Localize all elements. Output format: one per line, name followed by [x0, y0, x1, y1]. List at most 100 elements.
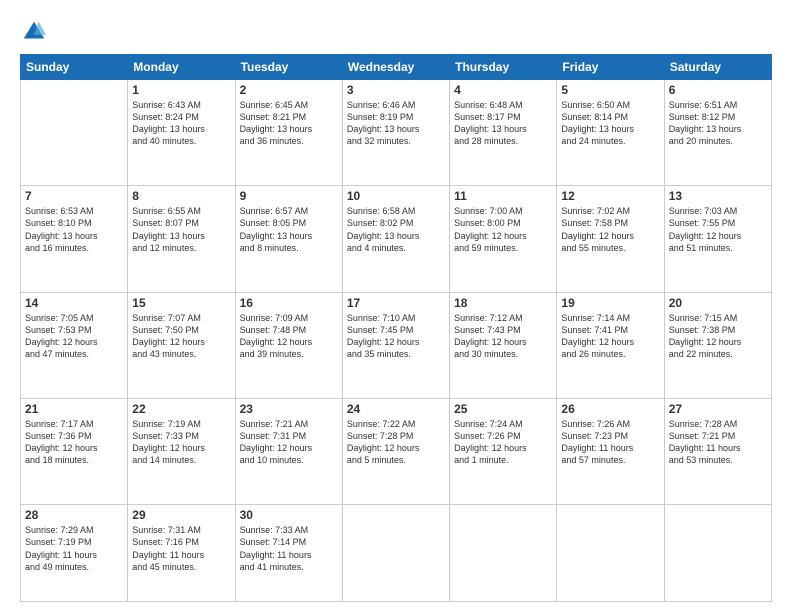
day-number: 30 [240, 508, 338, 522]
col-header-monday: Monday [128, 55, 235, 80]
day-number: 25 [454, 402, 552, 416]
cell-content: Sunrise: 7:14 AMSunset: 7:41 PMDaylight:… [561, 312, 659, 361]
cell-4-7: 27 Sunrise: 7:28 AMSunset: 7:21 PMDayligh… [664, 398, 771, 504]
cell-content: Sunrise: 7:10 AMSunset: 7:45 PMDaylight:… [347, 312, 445, 361]
cell-5-1: 28 Sunrise: 7:29 AMSunset: 7:19 PMDayligh… [21, 505, 128, 602]
week-row-1: 1 Sunrise: 6:43 AMSunset: 8:24 PMDaylight… [21, 80, 772, 186]
col-header-sunday: Sunday [21, 55, 128, 80]
day-number: 1 [132, 83, 230, 97]
cell-content: Sunrise: 7:26 AMSunset: 7:23 PMDaylight:… [561, 418, 659, 467]
cell-5-3: 30Sunrise: 7:33 AMSunset: 7:14 PMDayligh… [235, 505, 342, 602]
cell-2-2: 8 Sunrise: 6:55 AMSunset: 8:07 PMDaylight… [128, 186, 235, 292]
day-number: 24 [347, 402, 445, 416]
cell-content: Sunrise: 6:57 AMSunset: 8:05 PMDaylight:… [240, 205, 338, 254]
cell-content: Sunrise: 6:43 AMSunset: 8:24 PMDaylight:… [132, 99, 230, 148]
cell-content: Sunrise: 7:24 AMSunset: 7:26 PMDaylight:… [454, 418, 552, 467]
day-number: 9 [240, 189, 338, 203]
day-number: 15 [132, 296, 230, 310]
cell-1-6: 5 Sunrise: 6:50 AMSunset: 8:14 PMDaylight… [557, 80, 664, 186]
cell-3-2: 15 Sunrise: 7:07 AMSunset: 7:50 PMDayligh… [128, 292, 235, 398]
cell-content: Sunrise: 7:15 AMSunset: 7:38 PMDaylight:… [669, 312, 767, 361]
week-row-3: 14Sunrise: 7:05 AMSunset: 7:53 PMDayligh… [21, 292, 772, 398]
day-number: 23 [240, 402, 338, 416]
cell-content: Sunrise: 6:53 AMSunset: 8:10 PMDaylight:… [25, 205, 123, 254]
day-number: 10 [347, 189, 445, 203]
day-number: 18 [454, 296, 552, 310]
col-header-thursday: Thursday [450, 55, 557, 80]
cell-3-3: 16 Sunrise: 7:09 AMSunset: 7:48 PMDayligh… [235, 292, 342, 398]
col-header-tuesday: Tuesday [235, 55, 342, 80]
cell-4-2: 22 Sunrise: 7:19 AMSunset: 7:33 PMDayligh… [128, 398, 235, 504]
cell-content: Sunrise: 7:00 AMSunset: 8:00 PMDaylight:… [454, 205, 552, 254]
cell-2-4: 10Sunrise: 6:58 AMSunset: 8:02 PMDayligh… [342, 186, 449, 292]
cell-content: Sunrise: 6:51 AMSunset: 8:12 PMDaylight:… [669, 99, 767, 148]
cell-content: Sunrise: 6:50 AMSunset: 8:14 PMDaylight:… [561, 99, 659, 148]
cell-content: Sunrise: 6:46 AMSunset: 8:19 PMDaylight:… [347, 99, 445, 148]
day-number: 19 [561, 296, 659, 310]
day-number: 28 [25, 508, 123, 522]
cell-1-7: 6 Sunrise: 6:51 AMSunset: 8:12 PMDaylight… [664, 80, 771, 186]
cell-content: Sunrise: 7:09 AMSunset: 7:48 PMDaylight:… [240, 312, 338, 361]
day-number: 14 [25, 296, 123, 310]
cell-content: Sunrise: 7:21 AMSunset: 7:31 PMDaylight:… [240, 418, 338, 467]
cell-3-7: 20 Sunrise: 7:15 AMSunset: 7:38 PMDayligh… [664, 292, 771, 398]
calendar-table: SundayMondayTuesdayWednesdayThursdayFrid… [20, 54, 772, 602]
cell-content: Sunrise: 7:22 AMSunset: 7:28 PMDaylight:… [347, 418, 445, 467]
cell-3-5: 18Sunrise: 7:12 AMSunset: 7:43 PMDayligh… [450, 292, 557, 398]
day-number: 2 [240, 83, 338, 97]
day-number: 8 [132, 189, 230, 203]
cell-content: Sunrise: 7:31 AMSunset: 7:16 PMDaylight:… [132, 524, 230, 573]
day-number: 5 [561, 83, 659, 97]
cell-content: Sunrise: 6:48 AMSunset: 8:17 PMDaylight:… [454, 99, 552, 148]
day-number: 7 [25, 189, 123, 203]
cell-content: Sunrise: 7:17 AMSunset: 7:36 PMDaylight:… [25, 418, 123, 467]
cell-5-2: 29 Sunrise: 7:31 AMSunset: 7:16 PMDayligh… [128, 505, 235, 602]
cell-3-4: 17 Sunrise: 7:10 AMSunset: 7:45 PMDayligh… [342, 292, 449, 398]
week-row-4: 21 Sunrise: 7:17 AMSunset: 7:36 PMDayligh… [21, 398, 772, 504]
cell-content: Sunrise: 7:29 AMSunset: 7:19 PMDaylight:… [25, 524, 123, 573]
day-number: 29 [132, 508, 230, 522]
day-number: 21 [25, 402, 123, 416]
cell-2-7: 13Sunrise: 7:03 AMSunset: 7:55 PMDayligh… [664, 186, 771, 292]
logo [20, 18, 52, 46]
cell-2-3: 9 Sunrise: 6:57 AMSunset: 8:05 PMDaylight… [235, 186, 342, 292]
cell-1-3: 2 Sunrise: 6:45 AMSunset: 8:21 PMDaylight… [235, 80, 342, 186]
day-number: 22 [132, 402, 230, 416]
week-row-5: 28 Sunrise: 7:29 AMSunset: 7:19 PMDayligh… [21, 505, 772, 602]
cell-5-5 [450, 505, 557, 602]
cell-4-3: 23 Sunrise: 7:21 AMSunset: 7:31 PMDayligh… [235, 398, 342, 504]
day-number: 16 [240, 296, 338, 310]
day-number: 13 [669, 189, 767, 203]
col-header-wednesday: Wednesday [342, 55, 449, 80]
day-number: 20 [669, 296, 767, 310]
day-number: 11 [454, 189, 552, 203]
cell-3-6: 19 Sunrise: 7:14 AMSunset: 7:41 PMDayligh… [557, 292, 664, 398]
cell-content: Sunrise: 6:55 AMSunset: 8:07 PMDaylight:… [132, 205, 230, 254]
cell-4-4: 24 Sunrise: 7:22 AMSunset: 7:28 PMDayligh… [342, 398, 449, 504]
cell-1-2: 1 Sunrise: 6:43 AMSunset: 8:24 PMDaylight… [128, 80, 235, 186]
cell-5-7 [664, 505, 771, 602]
day-number: 4 [454, 83, 552, 97]
cell-content: Sunrise: 7:28 AMSunset: 7:21 PMDaylight:… [669, 418, 767, 467]
cell-2-1: 7 Sunrise: 6:53 AMSunset: 8:10 PMDaylight… [21, 186, 128, 292]
day-number: 3 [347, 83, 445, 97]
day-number: 27 [669, 402, 767, 416]
cell-content: Sunrise: 7:19 AMSunset: 7:33 PMDaylight:… [132, 418, 230, 467]
cell-content: Sunrise: 7:07 AMSunset: 7:50 PMDaylight:… [132, 312, 230, 361]
day-number: 6 [669, 83, 767, 97]
logo-icon [20, 18, 48, 46]
col-header-saturday: Saturday [664, 55, 771, 80]
day-number: 17 [347, 296, 445, 310]
cell-content: Sunrise: 6:45 AMSunset: 8:21 PMDaylight:… [240, 99, 338, 148]
day-number: 26 [561, 402, 659, 416]
cell-5-4 [342, 505, 449, 602]
day-number: 12 [561, 189, 659, 203]
cell-1-5: 4 Sunrise: 6:48 AMSunset: 8:17 PMDaylight… [450, 80, 557, 186]
cell-1-1 [21, 80, 128, 186]
header-row: SundayMondayTuesdayWednesdayThursdayFrid… [21, 55, 772, 80]
cell-content: Sunrise: 7:02 AMSunset: 7:58 PMDaylight:… [561, 205, 659, 254]
week-row-2: 7 Sunrise: 6:53 AMSunset: 8:10 PMDaylight… [21, 186, 772, 292]
cell-4-5: 25 Sunrise: 7:24 AMSunset: 7:26 PMDayligh… [450, 398, 557, 504]
header [20, 18, 772, 46]
col-header-friday: Friday [557, 55, 664, 80]
